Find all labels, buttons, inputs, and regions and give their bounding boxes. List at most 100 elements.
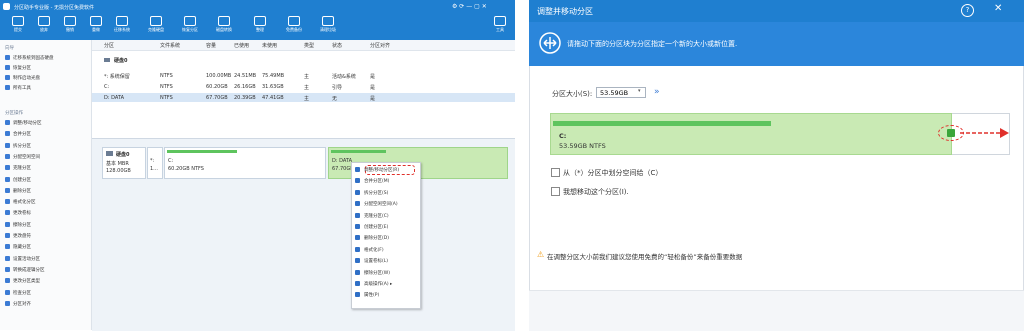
context-menu-item-icon (355, 292, 360, 298)
sidebar-item[interactable]: 隐藏分区 (5, 244, 31, 252)
table-cell: 是 (370, 85, 376, 91)
ribbon-button[interactable]: 免费备份 (280, 14, 308, 33)
sidebar-item[interactable]: 设置活动分区 (5, 255, 40, 264)
context-menu-item-icon (355, 178, 360, 184)
column-header[interactable]: 已使用 (234, 42, 249, 49)
disk-info-box[interactable]: 硬盘0 基本 MBR 128.00GB (102, 147, 146, 179)
sidebar-item[interactable]: 恢复分区 (5, 65, 31, 73)
sidebar-item[interactable]: 更改盘符 (5, 233, 31, 241)
context-menu-item-icon (355, 269, 360, 275)
partition-info: 53.59GB NTFS (559, 142, 606, 150)
ribbon-button[interactable]: 撤销 (56, 14, 84, 33)
disk-size: 128.00GB (106, 168, 131, 174)
ribbon-button-icon (288, 16, 300, 26)
sidebar-item[interactable]: 迁移系统到固态硬盘 (5, 55, 54, 63)
close-icon[interactable]: ✕ (994, 3, 1002, 14)
sidebar-item[interactable]: 格式化分区 (5, 199, 36, 207)
column-header[interactable]: 未使用 (262, 42, 277, 49)
context-menu-item[interactable]: 擦除分区(W) (355, 269, 390, 280)
table-cell: D: DATA (104, 95, 125, 101)
ribbon-button[interactable]: 清理垃圾 (314, 14, 342, 33)
sidebar-item[interactable]: 擦除分区 (5, 221, 31, 230)
partition-block-c[interactable]: C: 60.20GB NTFS (164, 147, 326, 179)
sidebar-item-icon (5, 278, 10, 284)
sidebar-item-icon (5, 75, 10, 80)
sidebar-item[interactable]: 更改分区类型 (5, 278, 40, 286)
sidebar-item[interactable]: 转换成逻辑分区 (5, 266, 45, 275)
context-menu-item-icon (355, 224, 360, 229)
checkbox-1[interactable] (551, 168, 560, 177)
ribbon-button[interactable]: 恢复分区 (176, 14, 204, 33)
context-menu-item-label: 创建分区(E) (364, 225, 389, 230)
context-menu-item[interactable]: 拆分分区(S) (355, 189, 388, 200)
table-row[interactable]: *: 系统保留 NTFS 100.00MB 24.51MB 75.49MB 主 活动&系统 是 (92, 71, 515, 80)
context-menu-item[interactable]: 克隆分区(C) (355, 212, 389, 223)
sidebar-item[interactable]: 制作启动光盘 (5, 75, 40, 83)
disk-type: 基本 MBR (106, 161, 129, 167)
sidebar-item[interactable]: 合并分区 (5, 131, 31, 139)
sidebar-item[interactable]: 克隆分区 (5, 165, 31, 173)
d-usage-bar (331, 150, 386, 153)
context-menu-item[interactable]: 格式化(F) (355, 246, 384, 257)
checkbox-2[interactable] (551, 187, 560, 196)
disk-row[interactable]: 硬盘0 (92, 56, 515, 65)
sidebar-item[interactable]: 创建分区 (5, 176, 31, 185)
column-header[interactable]: 文件系统 (160, 42, 180, 49)
table-cell: 主 (304, 74, 310, 80)
sidebar-item[interactable]: 所有工具 (5, 85, 31, 93)
column-header[interactable]: 容量 (206, 42, 216, 49)
ribbon-button[interactable]: 整理 (246, 14, 274, 33)
warning-icon: ⚠ (537, 250, 545, 259)
column-header[interactable]: 类型 (304, 42, 314, 49)
expand-icon[interactable]: » (654, 87, 660, 97)
sidebar: 向导 迁移系统到固态硬盘 恢复分区 制作启动光盘 所有工具 分区操作 调整/移动分区合… (0, 40, 92, 330)
sidebar-item-label: 克隆分区 (13, 166, 31, 172)
sidebar-item[interactable]: 调整/移动分区 (5, 120, 42, 128)
column-header[interactable]: 分区 (104, 42, 114, 49)
sidebar-item[interactable]: 删除分区 (5, 187, 31, 196)
ribbon-button-icon (494, 16, 506, 26)
sidebar-item[interactable]: 分配空闲空间 (5, 153, 40, 162)
table-row[interactable]: D: DATA NTFS 67.70GB 20.39GB 47.41GB 主 无 是 (92, 93, 515, 102)
sidebar-item[interactable]: 分区对齐 (5, 300, 31, 309)
ribbon-button[interactable]: 重做 (82, 14, 110, 33)
disk-name: 硬盘0 (116, 152, 130, 158)
ribbon-button[interactable]: 迁移系统 (108, 14, 136, 33)
column-header[interactable]: 状态 (332, 42, 342, 49)
sidebar-item-icon (5, 199, 10, 205)
sidebar-item[interactable]: 更改卷标 (5, 210, 31, 218)
sidebar-item[interactable]: 检查分区 (5, 289, 31, 298)
ribbon-button[interactable]: 提交 (4, 14, 32, 33)
window-controls[interactable]: ⚙ ⟳ — ▢ ✕ (452, 3, 487, 10)
context-menu-item[interactable]: 属性(P) (355, 292, 379, 302)
context-menu-item[interactable]: 创建分区(E) (355, 224, 388, 234)
table-row[interactable]: C: NTFS 60.20GB 26.16GB 31.63GB 主 引导 是 (92, 82, 515, 91)
ribbon-button-label: 磁盘转换 (216, 27, 232, 32)
ribbon-button-label: 迁移系统 (114, 27, 130, 32)
partition-label: C: (559, 132, 567, 140)
size-spinner-icon[interactable]: ▾ (638, 88, 641, 94)
context-menu-item[interactable]: 高级操作(A) ▸ (355, 281, 392, 291)
context-menu-item[interactable]: 调整/移动分区(R) (355, 167, 399, 177)
banner-text: 请拖动下面的分区块为分区指定一个新的大小或新位置. (567, 40, 738, 48)
column-header[interactable]: 分区对齐 (370, 42, 390, 49)
context-menu-item-icon (355, 246, 360, 252)
context-menu-item[interactable]: 设置卷标(L) (355, 258, 388, 268)
context-menu-item[interactable]: 删除分区(D) (355, 235, 389, 245)
sidebar-item[interactable]: 拆分分区 (5, 142, 31, 151)
context-menu-item[interactable]: 合并分区(M) (355, 178, 389, 188)
partition-block-reserved[interactable]: *: 1... (147, 147, 163, 179)
title-bar: 分区助手专业版 - 无损分区免费软件 ⚙ ⟳ — ▢ ✕ (0, 0, 515, 14)
ribbon-button[interactable]: 工具 (486, 14, 514, 33)
context-menu-item[interactable]: 分配空闲空间(A) (355, 201, 398, 211)
table-cell: NTFS (160, 95, 173, 101)
sidebar-item-label: 拆分分区 (13, 143, 31, 149)
context-menu-item-label: 格式化(F) (364, 247, 384, 253)
help-icon[interactable]: ? (961, 4, 974, 17)
partition-slider[interactable]: C: 53.59GB NTFS (550, 113, 952, 155)
ribbon-button[interactable]: 克隆硬盘 (142, 14, 170, 33)
sidebar-item-label: 所有工具 (13, 86, 31, 91)
ribbon-button[interactable]: 磁盘转换 (210, 14, 238, 33)
ribbon-button-icon (64, 16, 76, 26)
ribbon-button[interactable]: 放弃 (30, 14, 58, 33)
